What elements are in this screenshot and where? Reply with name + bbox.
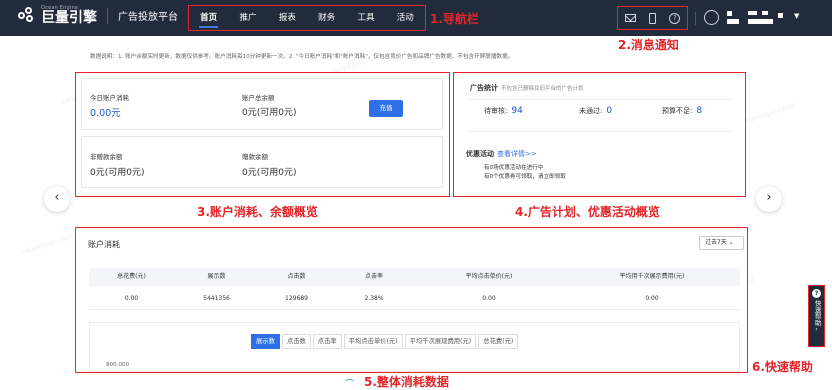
metric-tabs: 展示数 点击数 点击率 平均点击单价(元) 平均千次展现费用(元) 总花费(元) [251,334,520,349]
logo-icon [18,6,36,25]
col-total-cost: 总花费(元) [117,273,146,280]
brand-logo[interactable]: Ocean Engine 巨量引擎 广告投放平台 [18,6,178,25]
collapse-chevron-icon: ‹ [815,326,818,333]
callout-consumption: 5.整体消耗数据 [364,375,449,389]
help-icon: ? [812,289,821,298]
chart-peak-icon: ⌒ [345,380,355,390]
total-balance-label: 账户总余额 [242,94,275,102]
divider [466,99,734,100]
consumption-title: 账户消耗 [88,240,120,249]
promo-line-1: 有0场优惠活动在进行中 [484,165,544,171]
nav-activities[interactable]: 活动 [393,7,418,29]
table-divider [89,309,740,310]
callout-help: 6.快速帮助 [752,360,813,374]
gift-balance-value: 0元(可用0元) [242,168,297,178]
platform-name: 广告投放平台 [118,12,178,23]
cell-total-cost: 0.00 [124,295,139,302]
callout-notifications: 2.消息通知 [618,38,679,52]
callout-ad-stats: 4.广告计划、优惠活动概览 [515,205,660,219]
notification-area: ? [617,6,688,30]
today-consumption-value: 0.00元 [90,108,121,119]
pending-review-stat[interactable]: 待审核: 94 [484,106,523,116]
nongift-balance-label: 非赠款余额 [90,153,123,161]
nongift-balance-value: 0元(可用0元) [90,168,145,178]
ad-stats-panel: 广告统计 不包含已删除及旧平台的广告计划 待审核: 94 未通过: 0 预算不足: 8 … [453,72,746,197]
ad-stats-subtitle: 不包含已删除及旧平台的广告计划 [501,86,584,92]
callout-account: 3.账户消耗、余额概览 [197,205,318,219]
tab-total-cost[interactable]: 总花费(元) [478,334,519,349]
carousel-prev-button[interactable]: ‹ [44,186,70,212]
cell-avg-cpc: 0.00 [482,295,496,302]
tab-ctr[interactable]: 点击率 [312,334,342,349]
tab-avg-cpc[interactable]: 平均点击单价(元) [343,334,403,349]
mobile-icon[interactable] [648,12,656,24]
balance-card-top: 今日账户消耗 0.00元 账户总余额 0元(可用0元) 充值 [81,78,443,130]
table-header: 总花费(元) 展示数 点击数 点击率 平均点击单价(元) 平均用千次展示费用(元… [89,268,740,286]
account-overview-panel: 今日账户消耗 0.00元 账户总余额 0元(可用0元) 充值 非赠款余额 0元(… [75,72,450,197]
divider [466,131,734,132]
main-nav: 首页 推广 报表 财务 工具 活动 [188,5,426,31]
logo-divider [107,7,108,24]
header-divider [695,12,696,25]
carousel-next-button[interactable]: › [756,186,782,212]
promo-title: 优惠活动 查看详情>> [466,150,537,158]
quick-help-label: 快速帮助 [813,300,822,326]
nav-reports[interactable]: 报表 [275,7,300,29]
col-clicks: 点击数 [287,273,306,280]
nav-finance[interactable]: 财务 [314,7,339,29]
user-menu-caret-icon[interactable]: ▼ [794,12,799,20]
mail-icon[interactable] [624,14,636,22]
data-notice: 数据说明：1. 账户余额实时更新，数据仅供参考。账户消耗每10分钟更新一次。2.… [90,54,514,60]
total-balance-value: 0元(可用0元) [242,108,297,118]
watermark-text: caopeiyue.carol [740,101,796,127]
col-impressions: 展示数 [207,273,226,280]
nav-promotion[interactable]: 推广 [235,7,260,29]
callout-nav: 1.导航栏 [430,12,479,26]
ad-stats-title: 广告统计 不包含已删除及旧平台的广告计划 [470,84,584,92]
col-avg-cpc: 平均点击单价(元) [465,273,513,280]
cell-impressions: 5441356 [203,295,230,302]
help-circle-icon[interactable]: ? [669,12,681,24]
nav-tools[interactable]: 工具 [353,7,378,29]
time-range-select[interactable]: 过去7天 ⌄ [699,236,744,250]
cell-ctr: 2.38% [364,295,384,302]
tab-avg-cpm[interactable]: 平均千次展现费用(元) [404,334,477,349]
promo-details-link[interactable]: 查看详情>> [497,150,537,158]
promo-line-2: 有0个优惠券可领取，请立即领取 [484,174,566,180]
watermark-text: caopeiyue.carol [20,231,76,257]
tab-clicks[interactable]: 点击数 [281,334,311,349]
col-avg-cpm: 平均用千次展示费用(元) [619,273,685,280]
tab-impressions[interactable]: 展示数 [251,334,280,349]
quick-help-button[interactable]: ? 快速帮助 ‹ [808,285,825,347]
today-consumption-label: 今日账户消耗 [90,94,129,102]
col-ctr: 点击率 [364,273,383,280]
cell-clicks: 129689 [285,295,308,302]
user-avatar[interactable] [704,10,719,25]
logo-chinese: 巨量引擎 [41,10,97,26]
cell-avg-cpm: 0.00 [645,295,659,302]
top-navigation-bar: Ocean Engine 巨量引擎 广告投放平台 首页 推广 报表 财务 工具 … [0,0,832,36]
balance-card-bottom: 非赠款余额 0元(可用0元) 赠款余额 0元(可用0元) [81,136,443,188]
recharge-button[interactable]: 充值 [369,100,403,117]
rejected-stat[interactable]: 未通过: 0 [579,106,612,116]
budget-insufficient-stat[interactable]: 预算不足: 8 [662,106,702,116]
nav-home[interactable]: 首页 [196,7,221,29]
chart-y-tick: 800,000 [106,362,130,368]
gift-balance-label: 赠款余额 [242,153,268,161]
